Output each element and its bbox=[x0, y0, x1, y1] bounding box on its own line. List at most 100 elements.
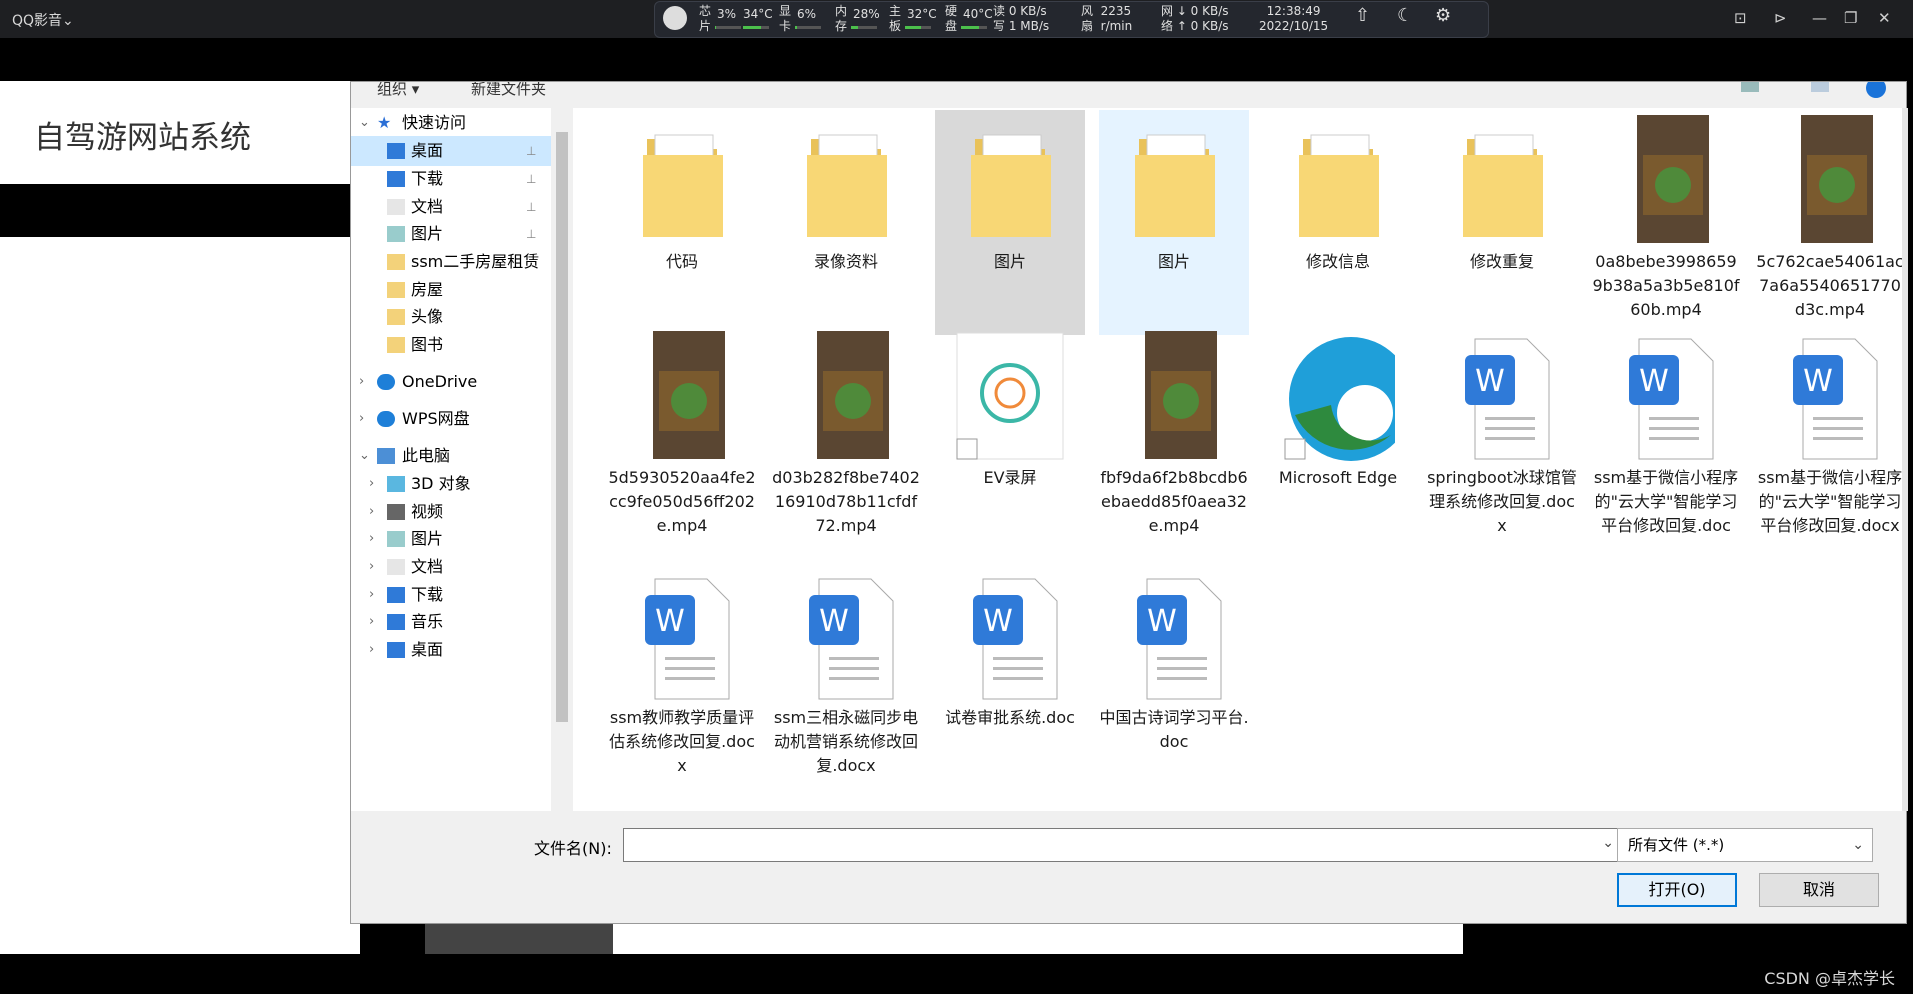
help-icon[interactable] bbox=[1866, 82, 1886, 98]
chevron-right-icon[interactable]: › bbox=[369, 469, 374, 499]
minimize-button[interactable]: — bbox=[1812, 9, 1827, 27]
file-type-filter[interactable]: 所有文件 (*.*) ⌄ bbox=[1617, 828, 1873, 862]
chevron-right-icon[interactable]: › bbox=[369, 635, 374, 665]
screenshot-icon[interactable]: ⊡ bbox=[1734, 9, 1747, 27]
moon-icon[interactable]: ☾ bbox=[1397, 7, 1413, 25]
chevron-down-icon[interactable]: ⌄ bbox=[1852, 829, 1864, 861]
chevron-down-icon[interactable]: ⌄ bbox=[359, 441, 370, 471]
nav-item[interactable]: 头像 bbox=[351, 302, 551, 332]
nav-item[interactable]: › 下载 bbox=[351, 580, 551, 610]
nav-item[interactable]: › 图片 bbox=[351, 524, 551, 554]
chevron-right-icon[interactable]: › bbox=[369, 607, 374, 637]
file-name: springboot冰球馆管理系统修改回复.docx bbox=[1427, 468, 1577, 535]
desktop-icon bbox=[387, 143, 405, 159]
view-icon[interactable] bbox=[1741, 82, 1759, 92]
folder-item[interactable]: 图片 bbox=[935, 110, 1085, 335]
watermark: CSDN @卓杰学长 bbox=[1764, 969, 1895, 988]
file-name: 5d5930520aa4fe2cc9fe050d56ff202e.mp4 bbox=[608, 468, 756, 535]
folder-icon bbox=[1117, 115, 1231, 245]
word-document-icon: W bbox=[1773, 331, 1887, 461]
file-item[interactable]: d03b282f8be740216910d78b11cfdf72.mp4 bbox=[771, 326, 921, 551]
maximize-button[interactable]: ❐ bbox=[1844, 9, 1857, 27]
file-list-scrollbar[interactable] bbox=[1902, 108, 1908, 811]
folder-icon bbox=[387, 309, 405, 325]
nav-item-label: 快速访问 bbox=[402, 113, 467, 132]
nav-item[interactable]: 下载 ⊥ bbox=[351, 164, 551, 194]
nav-item[interactable]: 图片 ⊥ bbox=[351, 219, 551, 249]
file-name: 图片 bbox=[993, 252, 1026, 271]
nav-item[interactable]: › 视频 bbox=[351, 497, 551, 527]
cancel-button[interactable]: 取消 bbox=[1759, 873, 1879, 907]
rocket-icon[interactable]: ⇧ bbox=[1355, 7, 1370, 25]
file-item[interactable]: W 试卷审批系统.doc bbox=[935, 566, 1085, 791]
file-item[interactable]: EV录屏 bbox=[935, 326, 1085, 551]
file-item[interactable]: Wssm基于微信小程序的"云大学"智能学习平台修改回复.doc bbox=[1591, 326, 1741, 551]
folder-item[interactable]: 录像资料 bbox=[771, 110, 921, 335]
top-bar: QQ影音⌄ 芯 片 3% 34°C 显 卡 6% 内 存 28% 主 板 32°… bbox=[0, 0, 1913, 38]
file-item[interactable]: W 中国古诗词学习平台.doc bbox=[1099, 566, 1249, 791]
nav-item[interactable]: › OneDrive bbox=[351, 367, 551, 397]
nav-item[interactable]: 文档 ⊥ bbox=[351, 192, 551, 222]
new-folder-button[interactable]: 新建文件夹 bbox=[471, 82, 546, 98]
nav-item[interactable]: 桌面 ⊥ bbox=[351, 136, 551, 166]
nav-item[interactable]: › 桌面 bbox=[351, 635, 551, 665]
folder-icon bbox=[625, 115, 739, 245]
file-item[interactable]: fbf9da6f2b8bcdb6ebaedd85f0aea32e.mp4 bbox=[1099, 326, 1249, 551]
nav-item[interactable]: › 3D 对象 bbox=[351, 469, 551, 499]
folder-item[interactable]: 修改信息 bbox=[1263, 110, 1413, 335]
chevron-right-icon[interactable]: › bbox=[359, 367, 364, 397]
nav-item[interactable]: › WPS网盘 bbox=[351, 404, 551, 434]
close-button[interactable]: ✕ bbox=[1878, 9, 1891, 27]
settings-icon[interactable]: ⚙ bbox=[1435, 7, 1451, 25]
file-item[interactable]: 0a8bebe39986599b38a5a3b5e810f60b.mp4 bbox=[1591, 110, 1741, 335]
chevron-right-icon[interactable]: › bbox=[369, 497, 374, 527]
computer-icon bbox=[377, 448, 395, 464]
nav-item-label: 文档 bbox=[411, 557, 444, 576]
nav-item[interactable]: › 文档 bbox=[351, 552, 551, 582]
document-icon bbox=[387, 559, 405, 575]
chevron-down-icon[interactable]: ⌄ bbox=[1602, 835, 1614, 851]
file-name: 图片 bbox=[1157, 252, 1190, 271]
svg-text:W: W bbox=[819, 604, 849, 639]
folder-icon bbox=[387, 282, 405, 298]
nav-item-label: ssm二手房屋租赁 bbox=[411, 252, 540, 271]
organize-button[interactable]: 组织 ▾ bbox=[377, 82, 419, 98]
nav-item[interactable]: › 音乐 bbox=[351, 607, 551, 637]
file-item[interactable]: Wssm三相永磁同步电动机营销系统修改回复.docx bbox=[771, 566, 921, 791]
pin-icon[interactable]: ⊥ bbox=[526, 164, 536, 194]
chevron-down-icon[interactable]: ⌄ bbox=[359, 108, 370, 138]
folder-item[interactable]: 图片 bbox=[1099, 110, 1249, 335]
file-item[interactable]: Wspringboot冰球馆管理系统修改回复.docx bbox=[1427, 326, 1577, 551]
memory-bar bbox=[851, 26, 858, 29]
pin-window-icon[interactable]: ⊳ bbox=[1774, 9, 1787, 27]
chevron-right-icon[interactable]: › bbox=[369, 552, 374, 582]
preview-pane-icon[interactable] bbox=[1811, 82, 1829, 92]
chevron-right-icon[interactable]: › bbox=[359, 404, 364, 434]
file-item[interactable]: 5c762cae54061ac7a6a5540651770d3c.mp4 bbox=[1755, 110, 1905, 335]
folder-item[interactable]: 修改重复 bbox=[1427, 110, 1577, 335]
word-document-icon: W bbox=[625, 571, 739, 701]
navigation-scroll-thumb[interactable] bbox=[556, 132, 568, 722]
chevron-right-icon[interactable]: › bbox=[369, 580, 374, 610]
file-item[interactable]: Wssm基于微信小程序的"云大学"智能学习平台修改回复.docx bbox=[1755, 326, 1905, 551]
folder-icon bbox=[953, 115, 1067, 245]
pin-icon[interactable]: ⊥ bbox=[526, 219, 536, 249]
app-title-menu[interactable]: QQ影音⌄ bbox=[12, 10, 74, 30]
nav-item[interactable]: 房屋 bbox=[351, 275, 551, 305]
pin-icon[interactable]: ⊥ bbox=[526, 192, 536, 222]
file-item[interactable]: 5d5930520aa4fe2cc9fe050d56ff202e.mp4 bbox=[607, 326, 757, 551]
chevron-right-icon[interactable]: › bbox=[369, 524, 374, 554]
folder-item[interactable]: 代码 bbox=[607, 110, 757, 335]
open-button[interactable]: 打开(O) bbox=[1617, 873, 1737, 907]
nav-item[interactable]: 图书 bbox=[351, 330, 551, 360]
nav-item[interactable]: ⌄ ★ 快速访问 bbox=[351, 108, 551, 138]
file-name: 录像资料 bbox=[813, 252, 878, 271]
nav-item[interactable]: ssm二手房屋租赁 bbox=[351, 247, 551, 277]
file-item[interactable]: Wssm教师教学质量评估系统修改回复.docx bbox=[607, 566, 757, 791]
filename-input[interactable]: ⌄ bbox=[623, 828, 1623, 862]
memory-percent: 28% bbox=[853, 7, 880, 21]
file-item[interactable]: Microsoft Edge bbox=[1263, 326, 1413, 551]
desktop-icon bbox=[387, 642, 405, 658]
pin-icon[interactable]: ⊥ bbox=[526, 136, 536, 166]
nav-item[interactable]: ⌄ 此电脑 bbox=[351, 441, 551, 471]
